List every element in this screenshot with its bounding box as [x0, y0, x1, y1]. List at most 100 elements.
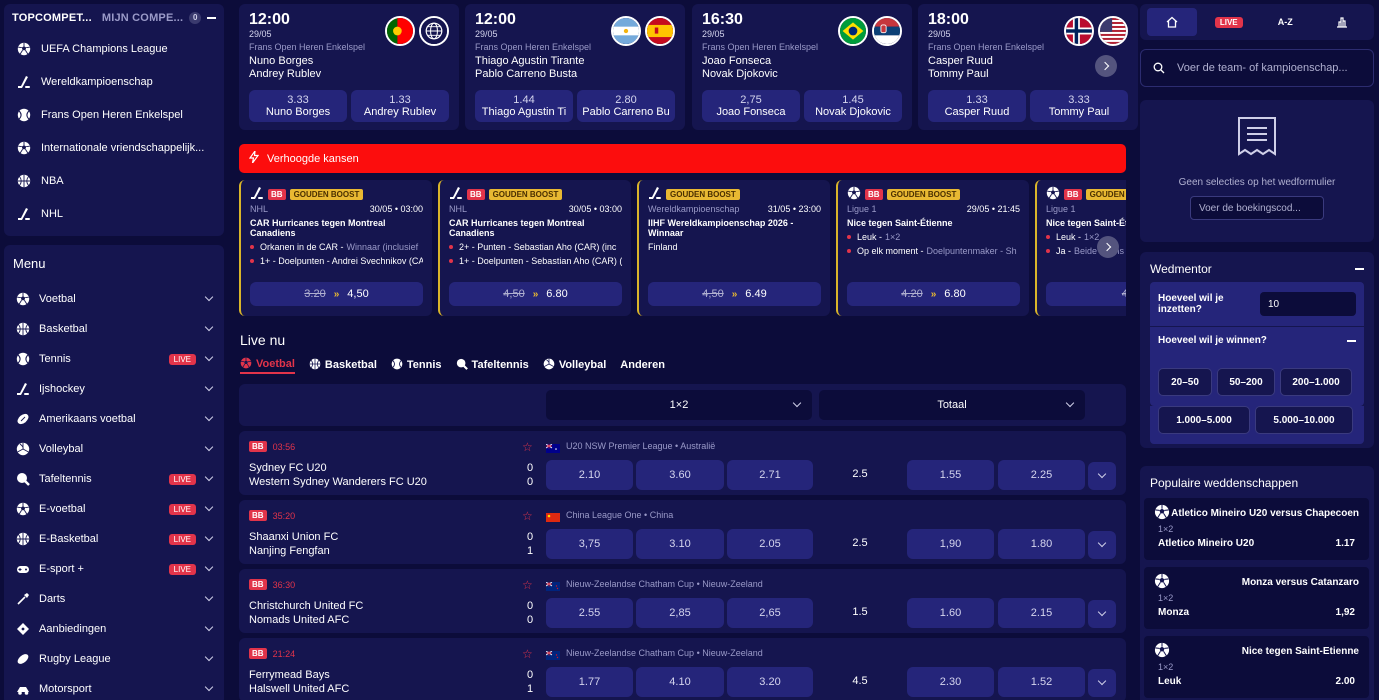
top-competition-item[interactable]: Wereldkampioenschap	[4, 65, 224, 98]
popular-bet-odds[interactable]: 1,92	[1336, 607, 1355, 618]
menu-item[interactable]: E-sport + LIVE	[4, 554, 224, 584]
menu-item[interactable]: Aanbiedingen	[4, 614, 224, 644]
chevron-down-icon[interactable]	[204, 652, 214, 662]
odds-button-under[interactable]: 1.80	[998, 529, 1085, 559]
chevron-down-icon[interactable]	[204, 442, 214, 452]
chevron-down-icon[interactable]	[204, 472, 214, 482]
expand-markets-button[interactable]	[1088, 531, 1116, 559]
live-match-row[interactable]: BB 21:24 ☆ Nieuw-Zeelandse Chatham Cup • …	[239, 638, 1126, 700]
menu-item[interactable]: Ijshockey	[4, 374, 224, 404]
boost-odds-button[interactable]: 4,50	[1046, 282, 1126, 306]
live-tab[interactable]: Anderen	[620, 356, 665, 374]
boost-odds-button[interactable]: 4,50 » 6.49	[648, 282, 821, 306]
boost-card[interactable]: BB GOUDEN BOOST Ligue 1 29/05 • 21:45 Nic…	[836, 180, 1029, 316]
chevron-down-icon[interactable]	[204, 502, 214, 512]
stake-input[interactable]: 10	[1260, 292, 1356, 316]
booking-code-input[interactable]: Voer de boekingscod...	[1190, 196, 1324, 220]
odds-button-away[interactable]: 2,65	[727, 598, 813, 628]
boost-card[interactable]: BB GOUDEN BOOST NHL 30/05 • 03:00 CAR Hur…	[438, 180, 631, 316]
odds-button[interactable]: 1.45 Novak Djokovic	[804, 90, 902, 122]
odds-button-away[interactable]: 3.20	[727, 667, 813, 697]
next-boosts-arrow-icon[interactable]	[1097, 236, 1119, 258]
chevron-down-icon[interactable]	[204, 532, 214, 542]
collapse-icon[interactable]	[1355, 268, 1364, 270]
expand-markets-button[interactable]	[1088, 600, 1116, 628]
expand-markets-button[interactable]	[1088, 669, 1116, 697]
next-matches-arrow-icon[interactable]	[1095, 55, 1117, 77]
chevron-down-icon[interactable]	[204, 382, 214, 392]
odds-button-home[interactable]: 3,75	[546, 529, 633, 559]
match-card[interactable]: 16:30 29/05 Frans Open Heren Enkelspel J…	[692, 4, 912, 130]
live-match-row[interactable]: BB 03:56 ☆ U20 NSW Premier League • Austr…	[239, 431, 1126, 495]
expand-markets-button[interactable]	[1088, 462, 1116, 490]
tab-my-competitions[interactable]: MIJN COMPE...	[102, 12, 183, 24]
popular-bet-odds[interactable]: 1.17	[1336, 538, 1355, 549]
live-match-row[interactable]: BB 36:30 ☆ Nieuw-Zeelandse Chatham Cup • …	[239, 569, 1126, 633]
menu-item[interactable]: Tafeltennis LIVE	[4, 464, 224, 494]
menu-item[interactable]: Basketbal	[4, 314, 224, 344]
odds-button-under[interactable]: 2.25	[998, 460, 1085, 490]
odds-button-draw[interactable]: 3.10	[636, 529, 724, 559]
menu-item[interactable]: Darts	[4, 584, 224, 614]
odds-button-over[interactable]: 2.30	[907, 667, 994, 697]
odds-button-draw[interactable]: 3.60	[636, 460, 724, 490]
menu-item[interactable]: E-Basketbal LIVE	[4, 524, 224, 554]
live-tab[interactable]: Voetbal	[240, 356, 295, 374]
win-range-chip[interactable]: 1.000–5.000	[1158, 406, 1250, 434]
menu-item[interactable]: E-voetbal LIVE	[4, 494, 224, 524]
chevron-down-icon[interactable]	[204, 292, 214, 302]
chevron-down-icon[interactable]	[204, 352, 214, 362]
menu-item[interactable]: Motorsport	[4, 674, 224, 700]
chevron-down-icon[interactable]	[204, 562, 214, 572]
chevron-down-icon[interactable]	[204, 682, 214, 692]
menu-item[interactable]: Volleybal	[4, 434, 224, 464]
odds-button[interactable]: 3.33 Tommy Paul	[1030, 90, 1128, 122]
menu-item[interactable]: Rugby League	[4, 644, 224, 674]
boost-odds-button[interactable]: 3.20 » 4,50	[250, 282, 423, 306]
popular-bet-card[interactable]: Atletico Mineiro U20 versus Chapecoen 1×…	[1144, 498, 1369, 560]
live-tab[interactable]: Volleybal	[543, 356, 606, 374]
win-amount-row[interactable]: Hoeveel wil je winnen?	[1150, 326, 1364, 354]
odds-button-away[interactable]: 2.71	[727, 460, 813, 490]
boost-odds-button[interactable]: 4,50 » 6.80	[449, 282, 622, 306]
odds-button-over[interactable]: 1,90	[907, 529, 994, 559]
odds-button[interactable]: 1.33 Casper Ruud	[928, 90, 1026, 122]
top-competition-item[interactable]: Frans Open Heren Enkelspel	[4, 98, 224, 131]
win-range-chip[interactable]: 5.000–10.000	[1255, 406, 1353, 434]
favorite-star-icon[interactable]: ☆	[522, 647, 533, 661]
favorite-star-icon[interactable]: ☆	[522, 509, 533, 523]
collapse-icon[interactable]	[1347, 339, 1356, 342]
top-competition-item[interactable]: Internationale vriendschappelijk...	[4, 131, 224, 164]
search-input[interactable]: Voer de team- of kampioenschap...	[1140, 49, 1374, 87]
menu-item[interactable]: Voetbal	[4, 284, 224, 314]
popular-bet-card[interactable]: Monza versus Catanzaro 1×2 Monza 1,92	[1144, 567, 1369, 629]
boosted-odds-bar[interactable]: Verhoogde kansen	[239, 144, 1126, 173]
top-competition-item[interactable]: NHL	[4, 197, 224, 230]
live-tab[interactable]: Tennis	[391, 356, 442, 374]
live-match-row[interactable]: BB 35:20 ☆ China League One • China Shaan…	[239, 500, 1126, 564]
odds-button-home[interactable]: 1.77	[546, 667, 633, 697]
match-card[interactable]: 12:00 29/05 Frans Open Heren Enkelspel T…	[465, 4, 685, 130]
odds-button-over[interactable]: 1.55	[907, 460, 994, 490]
odds-button[interactable]: 2,75 Joao Fonseca	[702, 90, 800, 122]
chevron-down-icon[interactable]	[204, 412, 214, 422]
menu-item[interactable]: Tennis LIVE	[4, 344, 224, 374]
odds-button-under[interactable]: 2.15	[998, 598, 1085, 628]
win-range-chip[interactable]: 200–1.000	[1280, 368, 1352, 396]
win-range-chip[interactable]: 20–50	[1158, 368, 1212, 396]
tab-live[interactable]: LIVE	[1204, 8, 1254, 36]
live-tab[interactable]: Basketbal	[309, 356, 377, 374]
chevron-down-icon[interactable]	[204, 592, 214, 602]
tab-top-competitions[interactable]: TOPCOMPET...	[12, 12, 92, 24]
boost-card[interactable]: BB GOUDEN BOOST NHL 30/05 • 03:00 CAR Hur…	[239, 180, 432, 316]
odds-button[interactable]: 2.80 Pablo Carreno Bu	[577, 90, 675, 122]
favorite-star-icon[interactable]: ☆	[522, 440, 533, 454]
tab-stats[interactable]	[1317, 8, 1367, 36]
odds-button-home[interactable]: 2.10	[546, 460, 633, 490]
boost-card[interactable]: GOUDEN BOOST Wereldkampioenschap 31/05 • …	[637, 180, 830, 316]
odds-button-away[interactable]: 2.05	[727, 529, 813, 559]
market-dropdown-total[interactable]: Totaal	[819, 390, 1085, 420]
odds-button[interactable]: 1.44 Thiago Agustin Ti	[475, 90, 573, 122]
odds-button-home[interactable]: 2.55	[546, 598, 633, 628]
chevron-down-icon[interactable]	[204, 322, 214, 332]
